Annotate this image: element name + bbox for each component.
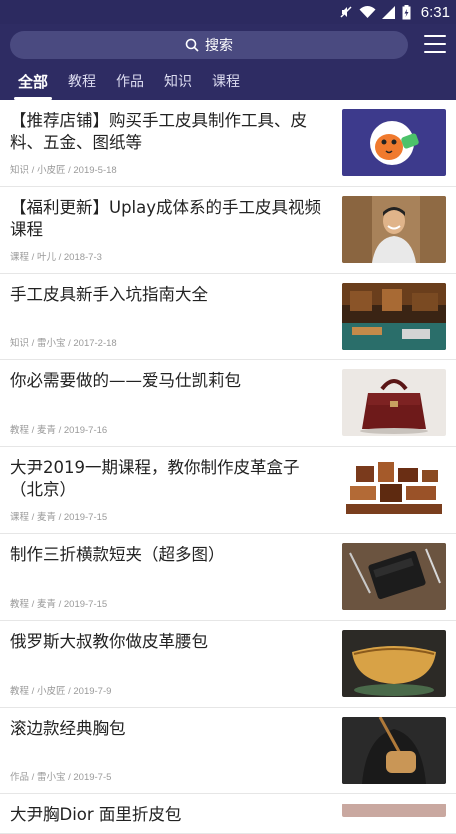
status-bar: 6:31 xyxy=(0,0,456,24)
article-thumbnail xyxy=(342,282,446,350)
article-title: 制作三折横款短夹（超多图） xyxy=(10,544,225,564)
article-title: 【福利更新】Uplay成体系的手工皮具视频课程 xyxy=(10,197,322,239)
article-title: 大尹2019一期课程，教你制作皮革盒子（北京） xyxy=(10,458,300,500)
article-list: 【推荐店铺】购买手工皮具制作工具、皮料、五金、图纸等 知识 / 小皮匠 / 20… xyxy=(0,100,456,834)
article-title: 手工皮具新手入坑指南大全 xyxy=(10,284,208,304)
status-time: 6:31 xyxy=(420,3,450,21)
article-meta: 教程 / 麦青 / 2019-7-15 xyxy=(10,598,108,610)
article-title: 大尹胸Dior 面里折皮包 xyxy=(10,805,182,825)
search-bar[interactable]: 搜索 xyxy=(10,31,408,59)
article-item[interactable]: 滚边款经典胸包 作品 / 雷小宝 / 2019-7-5 xyxy=(0,708,456,795)
battery-icon xyxy=(402,4,411,19)
menu-icon[interactable] xyxy=(424,35,446,53)
article-meta: 课程 / 叶儿 / 2018-7-3 xyxy=(10,251,102,263)
status-icons: 6:31 xyxy=(339,2,450,22)
article-item[interactable]: 手工皮具新手入坑指南大全 知识 / 雷小宝 / 2017-2-18 xyxy=(0,274,456,361)
article-thumbnail xyxy=(342,369,446,437)
article-meta: 知识 / 小皮匠 / 2019-5-18 xyxy=(10,164,117,176)
article-title: 俄罗斯大叔教你做皮革腰包 xyxy=(10,631,208,651)
signal-icon xyxy=(381,5,395,19)
article-item[interactable]: 【福利更新】Uplay成体系的手工皮具视频课程 课程 / 叶儿 / 2018-7… xyxy=(0,187,456,274)
article-thumbnail xyxy=(342,456,446,524)
tab-courses[interactable]: 课程 xyxy=(202,70,250,100)
article-item[interactable]: 你必需要做的——爱马仕凯莉包 教程 / 麦青 / 2019-7-16 xyxy=(0,360,456,448)
top-bar: 搜索 全部 教程 作品 知识 课程 xyxy=(0,24,456,100)
article-thumbnail xyxy=(342,542,446,610)
article-meta: 知识 / 雷小宝 / 2017-2-18 xyxy=(10,338,117,350)
article-title: 【推荐店铺】购买手工皮具制作工具、皮料、五金、图纸等 xyxy=(10,111,307,152)
article-meta: 教程 / 麦青 / 2019-7-16 xyxy=(10,425,108,437)
article-item[interactable]: 大尹2019一期课程，教你制作皮革盒子（北京） 课程 / 麦青 / 2019-7… xyxy=(0,447,456,534)
article-thumbnail xyxy=(342,109,446,176)
tab-knowledge[interactable]: 知识 xyxy=(154,70,202,100)
article-item[interactable]: 【推荐店铺】购买手工皮具制作工具、皮料、五金、图纸等 知识 / 小皮匠 / 20… xyxy=(0,100,456,187)
search-icon xyxy=(185,38,199,52)
search-placeholder: 搜索 xyxy=(205,38,233,54)
tab-all[interactable]: 全部 xyxy=(0,70,58,100)
article-title: 滚边款经典胸包 xyxy=(10,718,126,738)
article-item[interactable]: 俄罗斯大叔教你做皮革腰包 教程 / 小皮匠 / 2019-7-9 xyxy=(0,621,456,708)
article-meta: 课程 / 麦青 / 2019-7-15 xyxy=(10,511,108,523)
article-thumbnail xyxy=(342,629,446,697)
article-title: 你必需要做的——爱马仕凯莉包 xyxy=(10,371,241,391)
article-item[interactable]: 大尹胸Dior 面里折皮包 xyxy=(0,794,456,834)
tab-works[interactable]: 作品 xyxy=(106,70,154,100)
mute-icon xyxy=(340,6,352,18)
wifi-icon xyxy=(359,5,376,18)
article-item[interactable]: 制作三折横款短夹（超多图） 教程 / 麦青 / 2019-7-15 xyxy=(0,534,456,621)
category-tabs: 全部 教程 作品 知识 课程 xyxy=(0,70,250,100)
article-thumbnail xyxy=(342,716,446,784)
article-meta: 作品 / 雷小宝 / 2019-7-5 xyxy=(10,772,112,784)
article-thumbnail xyxy=(342,803,446,818)
article-thumbnail xyxy=(342,195,446,263)
tab-tutorial[interactable]: 教程 xyxy=(58,70,106,100)
article-meta: 教程 / 小皮匠 / 2019-7-9 xyxy=(10,685,112,697)
